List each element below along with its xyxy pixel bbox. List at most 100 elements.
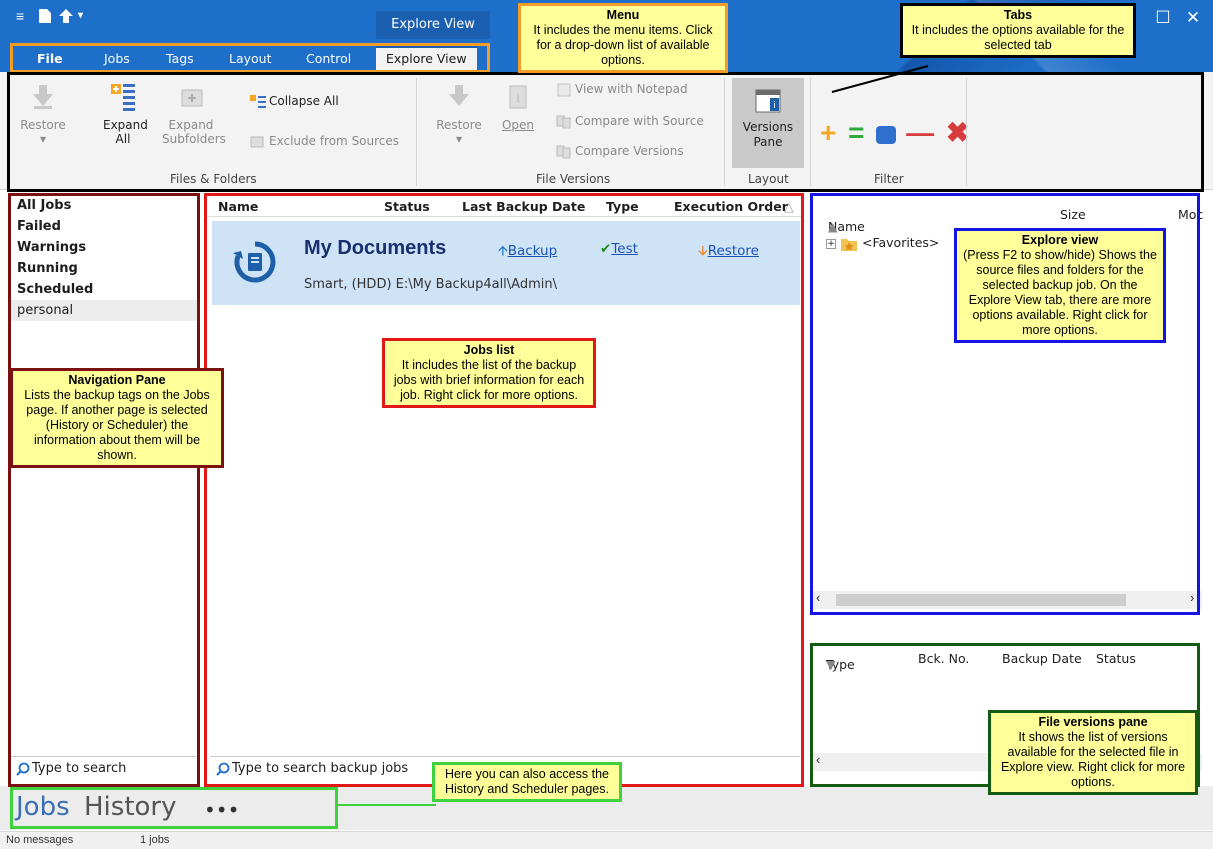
versions-header: Type ▼ Bck. No. Backup Date Status [812, 645, 1213, 672]
more-pages-button[interactable]: ••• [204, 798, 239, 822]
versions-col-bck-no[interactable]: Bck. No. [918, 651, 969, 666]
callout-menu-body: It includes the menu items. Click for a … [533, 23, 713, 67]
explore-tree-item[interactable]: + <Favorites> [826, 235, 939, 252]
callout-menu: Menu It includes the menu items. Click f… [518, 3, 728, 73]
versions-col-backup-date[interactable]: Backup Date [1002, 651, 1082, 666]
backup-quick-icon[interactable] [58, 8, 74, 27]
col-last-backup-date[interactable]: Last Backup Date [462, 199, 585, 214]
restore-files-button[interactable]: Restore ▾ [20, 82, 66, 146]
callout-navigation-title: Navigation Pane [68, 373, 166, 387]
group-label-layout: Layout [748, 172, 789, 186]
restore-icon [33, 85, 53, 109]
status-bar: No messages 1 jobs [0, 831, 1213, 849]
col-execution-order[interactable]: Execution Order [674, 199, 788, 214]
menu-explore-view[interactable]: Explore View [376, 46, 477, 72]
nav-warnings[interactable]: Warnings [10, 237, 198, 258]
filter-added-icon[interactable]: + [820, 117, 838, 148]
col-name[interactable]: Name [218, 199, 258, 214]
scroll-left-icon[interactable]: ‹ [816, 590, 820, 605]
page-tab-history[interactable]: History [84, 792, 177, 822]
menu-layout[interactable]: Layout [229, 46, 272, 72]
status-messages: No messages [6, 834, 74, 846]
nav-search-input[interactable]: Type to search [10, 756, 196, 780]
expand-node-icon[interactable]: + [826, 238, 836, 249]
nav-failed[interactable]: Failed [10, 216, 198, 237]
explore-hscrollbar[interactable]: ‹ › [812, 590, 1202, 609]
close-icon[interactable]: ✕ [1178, 6, 1208, 30]
scroll-thumb[interactable] [836, 594, 1126, 606]
callout-jobs-list: Jobs list It includes the list of the ba… [382, 338, 596, 408]
nav-scheduled[interactable]: Scheduled [10, 279, 198, 300]
restore-version-icon [449, 85, 469, 106]
nav-all-jobs[interactable]: All Jobs [10, 195, 198, 216]
restore-files-label: Restore [20, 118, 66, 132]
group-label-file-versions: File Versions [536, 172, 611, 186]
versions-pane-button[interactable]: i Versions Pane [732, 78, 804, 168]
callout-explore-title: Explore view [1021, 233, 1099, 247]
collapse-all-button[interactable]: Collapse All [250, 94, 339, 109]
view-with-notepad-button[interactable]: View with Notepad [556, 82, 688, 97]
notepad-icon [557, 83, 571, 96]
ribbon-separator [416, 78, 417, 186]
explore-col-modified[interactable]: Moc [1178, 207, 1203, 222]
scroll-right-icon[interactable]: › [1190, 590, 1194, 605]
expand-subfolders-label: Expand Subfolders [162, 118, 226, 146]
customize-quick-access-icon[interactable]: ▾ [78, 10, 83, 21]
compare-versions-button[interactable]: Compare Versions [556, 144, 684, 159]
filter-excluded-icon[interactable]: ✖ [946, 117, 971, 148]
nav-running[interactable]: Running [10, 258, 198, 279]
callout-pages-body: Here you can also access the History and… [445, 767, 609, 796]
search-icon [216, 762, 230, 776]
nav-personal[interactable]: personal [10, 300, 198, 321]
job-test-link[interactable]: ✔Test [600, 241, 638, 257]
explore-col-size[interactable]: Size [1060, 207, 1086, 222]
job-smart-icon [233, 241, 276, 283]
favorites-folder-icon [840, 238, 857, 251]
versions-pane-icon: i [755, 89, 781, 113]
jobs-search-placeholder: Type to search backup jobs [232, 761, 409, 776]
new-job-icon[interactable] [38, 8, 52, 27]
restore-version-button[interactable]: Restore ▾ [436, 82, 482, 146]
test-check-icon: ✔ [600, 241, 612, 257]
menu-file[interactable]: File [37, 46, 63, 72]
compare-with-source-button[interactable]: Compare with Source [556, 114, 704, 129]
restore-arrow-icon: 🡫 [698, 243, 708, 259]
expand-all-icon [111, 84, 135, 111]
group-label-files-folders: Files & Folders [170, 172, 257, 186]
col-type[interactable]: Type [606, 199, 639, 214]
svg-text:i: i [516, 91, 520, 105]
job-backup-link[interactable]: 🡩Backup [498, 241, 557, 264]
filter-deleted-icon[interactable]: — [906, 117, 936, 148]
sort-asc-icon: ▲ [828, 219, 838, 234]
col-status[interactable]: Status [384, 199, 430, 214]
job-name: My Documents [304, 237, 447, 259]
filter-unchanged-icon[interactable]: = [848, 117, 866, 148]
job-details: Smart, (HDD) E:\My Backup4all\Admin\ [304, 277, 557, 292]
expand-all-label: Expand All [103, 118, 148, 146]
exclude-from-sources-button[interactable]: Exclude from Sources [250, 134, 399, 149]
versions-col-status[interactable]: Status [1096, 651, 1136, 666]
restore-version-label: Restore [436, 118, 482, 132]
callout-explore: Explore view (Press F2 to show/hide) Sho… [954, 228, 1166, 343]
page-tab-jobs[interactable]: Jobs [16, 792, 70, 822]
app-menu-icon[interactable]: ≡ [16, 8, 24, 24]
menu-control[interactable]: Control [306, 46, 351, 72]
job-restore-link[interactable]: 🡫Restore [698, 241, 759, 264]
jobs-header: Name Status Last Backup Date Type Execut… [206, 195, 802, 217]
expand-all-button[interactable]: Expand All [100, 82, 148, 146]
maximize-icon[interactable]: ☐ [1148, 6, 1178, 30]
sort-asc-icon: △ [784, 199, 794, 214]
job-item[interactable]: My Documents 🡩Backup ✔Test 🡫Restore Smar… [212, 221, 800, 305]
explore-header: Name ▲ Size Moc [812, 195, 1213, 234]
expand-subfolders-button[interactable]: Expand Subfolders [162, 82, 226, 146]
scroll-left-icon[interactable]: ‹ [816, 752, 820, 767]
menu-jobs[interactable]: Jobs [104, 46, 130, 72]
nav-search-placeholder: Type to search [32, 761, 127, 776]
open-version-button[interactable]: i Open [496, 82, 540, 132]
menu-tags[interactable]: Tags [166, 46, 194, 72]
ribbon-separator [810, 78, 811, 186]
filter-modified-icon[interactable] [876, 125, 897, 144]
job-test-label: Test [611, 241, 638, 257]
exclude-icon [250, 136, 264, 147]
expand-subfolders-icon [181, 89, 203, 107]
